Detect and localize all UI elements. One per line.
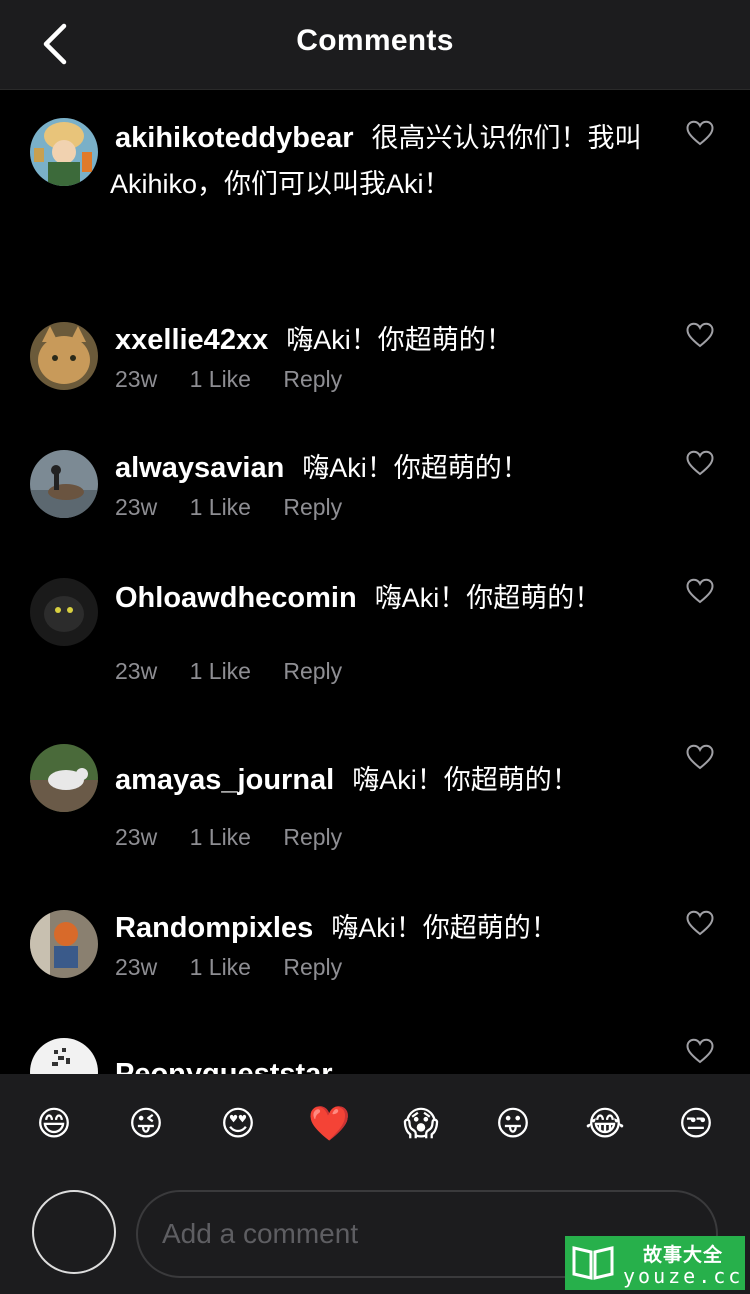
comment-text: 嗨Aki！你超萌的！ [374, 583, 602, 613]
comment-text: 嗨Aki！你超萌的！ [352, 765, 579, 795]
heart-icon[interactable] [686, 744, 714, 770]
comment-meta: 23w 1 Like Reply [115, 494, 368, 521]
heart-icon[interactable] [686, 910, 714, 936]
emoji-tongue-icon[interactable]: 😛 [492, 1103, 534, 1145]
likes-count[interactable]: 1 Like [190, 366, 251, 393]
reply-button[interactable]: Reply [283, 366, 342, 393]
comment-username[interactable]: alwaysavian [115, 452, 284, 484]
emoji-grinning-icon[interactable]: 😄 [33, 1103, 75, 1145]
comment-meta: 23w 1 Like Reply [115, 954, 368, 981]
page-title: Comments [296, 24, 454, 57]
avatar[interactable] [30, 450, 98, 518]
comment-username[interactable]: akihikoteddybear [115, 122, 354, 154]
avatar[interactable] [30, 322, 98, 390]
avatar[interactable] [30, 578, 98, 646]
avatar[interactable] [30, 910, 98, 978]
emoji-unamused-icon[interactable]: 😒 [675, 1103, 717, 1145]
comment-text: 嗨Aki！你超萌的！ [286, 325, 513, 355]
comment-meta: 23w 1 Like Reply [115, 366, 368, 393]
likes-count[interactable]: 1 Like [190, 494, 251, 521]
heart-icon[interactable] [686, 120, 714, 146]
comment-text: 很高兴认识你们！我叫 [371, 123, 642, 153]
comment-text: 嗨Aki！你超萌的！ [302, 453, 529, 483]
heart-icon[interactable] [686, 450, 714, 476]
avatar[interactable] [30, 118, 98, 186]
emoji-red-heart-icon[interactable]: ❤️ [308, 1103, 350, 1145]
emoji-heart-eyes-icon[interactable]: 😍 [217, 1103, 259, 1145]
comment-username[interactable]: xxellie42xx [115, 324, 268, 356]
comment-time: 23w [115, 366, 158, 392]
emoji-screaming-icon[interactable]: 😱 [400, 1103, 442, 1145]
comment-username[interactable]: amayas_journal [115, 764, 334, 796]
emoji-tears-of-joy-icon[interactable]: 😂 [584, 1103, 626, 1145]
comment-meta: 23w 1 Like Reply [115, 824, 368, 851]
comment-username[interactable]: Randompixles [115, 912, 313, 944]
book-icon [572, 1246, 614, 1280]
avatar[interactable] [30, 744, 98, 812]
likes-count[interactable]: 1 Like [190, 824, 251, 851]
top-nav-bar: Comments [0, 0, 750, 90]
my-avatar [32, 1190, 116, 1274]
watermark-logo: 故事大全 youze.cc [565, 1236, 745, 1290]
comment-time: 23w [115, 658, 158, 684]
reply-button[interactable]: Reply [283, 494, 342, 521]
reply-button[interactable]: Reply [283, 658, 342, 685]
heart-icon[interactable] [686, 578, 714, 604]
watermark-domain: youze.cc [623, 1264, 744, 1288]
reply-button[interactable]: Reply [283, 824, 342, 851]
comment-time: 23w [115, 824, 158, 850]
watermark-title: 故事大全 [643, 1245, 724, 1266]
heart-icon[interactable] [686, 1038, 714, 1064]
heart-icon[interactable] [686, 322, 714, 348]
comment-meta: 23w 1 Like Reply [115, 658, 368, 685]
likes-count[interactable]: 1 Like [190, 658, 251, 685]
emoji-winking-tongue-icon[interactable]: 😜 [125, 1103, 167, 1145]
likes-count[interactable]: 1 Like [190, 954, 251, 981]
comment-time: 23w [115, 494, 158, 520]
comment-text-continued: Akihiko，你们可以叫我Aki！ [110, 169, 451, 199]
comment-text: 嗨Aki！你超萌的！ [331, 913, 558, 943]
reply-button[interactable]: Reply [283, 954, 342, 981]
comment-username[interactable]: Ohloawdhecomin [115, 582, 357, 614]
comment-time: 23w [115, 954, 158, 980]
